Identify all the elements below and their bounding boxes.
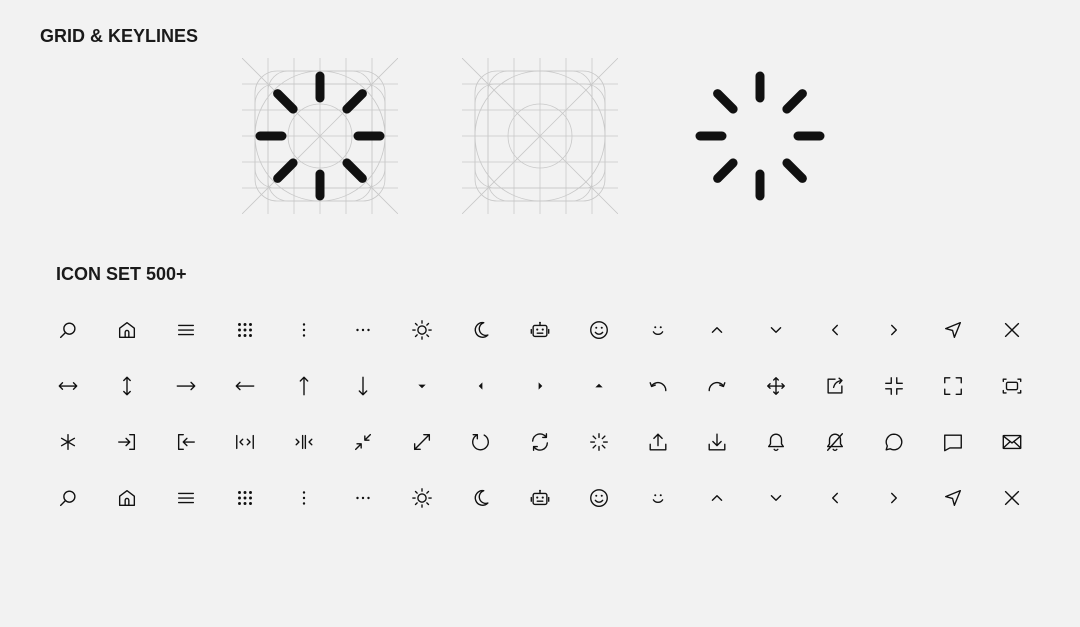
hero-loader-final <box>682 58 838 214</box>
expand-icon <box>392 414 451 470</box>
robot-icon <box>510 302 569 358</box>
loader-final-graphic <box>695 71 825 201</box>
code-horizontal-icon <box>215 414 274 470</box>
more-horizontal-icon <box>333 470 392 526</box>
caret-down-icon <box>392 358 451 414</box>
icon-set-title: ICON SET 500+ <box>56 264 187 284</box>
navigation-icon <box>923 302 982 358</box>
download-icon <box>687 414 746 470</box>
chevron-right-icon <box>864 470 923 526</box>
hero-keyline-grid <box>461 57 619 215</box>
chevron-left-icon <box>805 470 864 526</box>
chevron-up-icon <box>687 302 746 358</box>
home-icon <box>97 470 156 526</box>
more-horizontal-icon <box>333 302 392 358</box>
icon-row <box>38 302 1041 358</box>
log-in-icon <box>97 414 156 470</box>
screen-capture-icon <box>982 358 1041 414</box>
close-icon <box>982 302 1041 358</box>
loader-with-grid-graphic <box>241 57 399 215</box>
maximize-icon <box>923 358 982 414</box>
chevron-down-icon <box>746 302 805 358</box>
grid-icon <box>215 302 274 358</box>
grid-keylines-title: GRID & KEYLINES <box>40 26 199 46</box>
icon-row <box>38 414 1041 470</box>
caret-right-icon <box>510 358 569 414</box>
moon-icon <box>451 470 510 526</box>
share-icon <box>805 358 864 414</box>
more-vertical-icon <box>274 470 333 526</box>
smile-small-icon <box>628 470 687 526</box>
sun-icon <box>392 470 451 526</box>
chevron-right-icon <box>864 302 923 358</box>
compress-horizontal-icon <box>274 414 333 470</box>
move-icon <box>746 358 805 414</box>
icon-row <box>38 358 1041 414</box>
icon-row <box>38 470 1041 526</box>
minimize-icon <box>864 358 923 414</box>
smile-icon <box>569 470 628 526</box>
search-icon <box>38 302 97 358</box>
arrow-down-icon <box>333 358 392 414</box>
keyline-grid-graphic <box>461 57 619 215</box>
arrows-horizontal-icon <box>38 358 97 414</box>
refresh-icon <box>510 414 569 470</box>
arrow-right-icon <box>156 358 215 414</box>
upload-icon <box>628 414 687 470</box>
smile-small-icon <box>628 302 687 358</box>
menu-icon <box>156 302 215 358</box>
chevron-left-icon <box>805 302 864 358</box>
message-square-icon <box>923 414 982 470</box>
bell-icon <box>746 414 805 470</box>
chevron-up-icon <box>687 470 746 526</box>
menu-icon <box>156 470 215 526</box>
caret-up-icon <box>569 358 628 414</box>
arrow-up-icon <box>274 358 333 414</box>
sun-icon <box>392 302 451 358</box>
log-out-icon <box>156 414 215 470</box>
robot-icon <box>510 470 569 526</box>
arrows-vertical-icon <box>97 358 156 414</box>
hero-loader-with-grid <box>241 57 399 215</box>
smile-icon <box>569 302 628 358</box>
redo-icon <box>687 358 746 414</box>
shrink-icon <box>333 414 392 470</box>
mail-icon <box>982 414 1041 470</box>
bell-off-icon <box>805 414 864 470</box>
caret-left-icon <box>451 358 510 414</box>
close-icon <box>982 470 1041 526</box>
moon-icon <box>451 302 510 358</box>
chevron-down-icon <box>746 470 805 526</box>
arrow-left-icon <box>215 358 274 414</box>
rotate-icon <box>451 414 510 470</box>
more-vertical-icon <box>274 302 333 358</box>
undo-icon <box>628 358 687 414</box>
loader-icon <box>569 414 628 470</box>
message-circle-icon <box>864 414 923 470</box>
home-icon <box>97 302 156 358</box>
search-icon <box>38 470 97 526</box>
grid-icon <box>215 470 274 526</box>
navigation-icon <box>923 470 982 526</box>
asterisk-icon <box>38 414 97 470</box>
